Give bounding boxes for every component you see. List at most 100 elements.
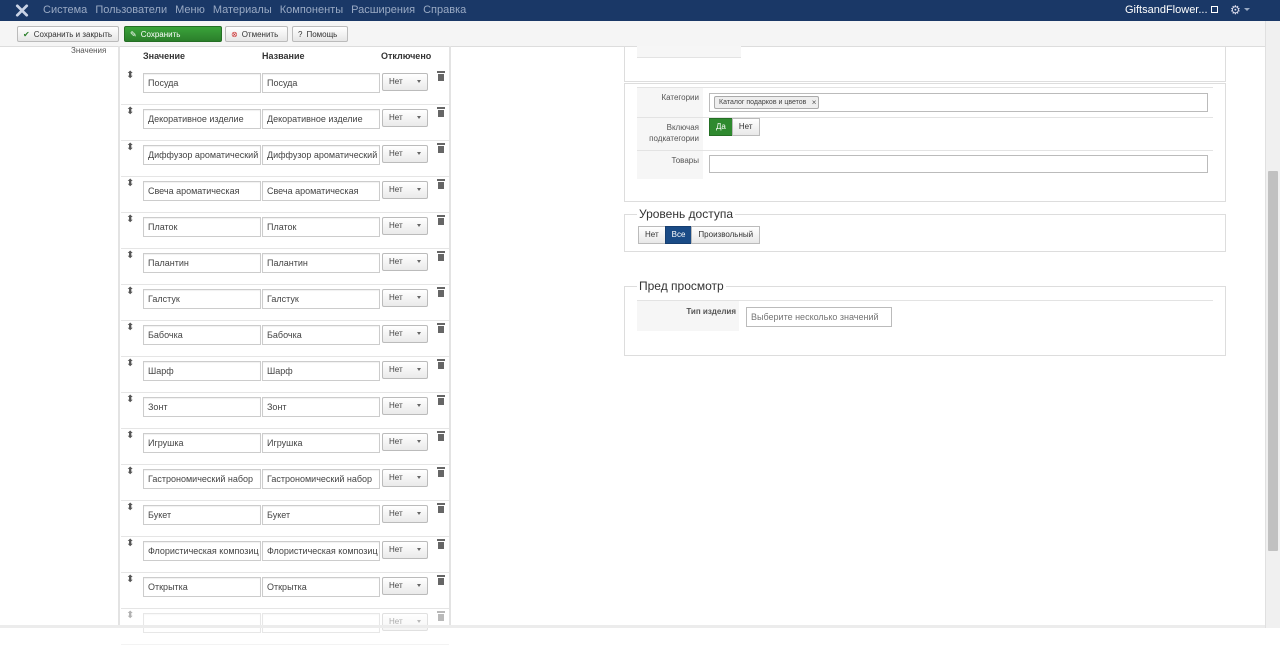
menu-extensions[interactable]: Расширения — [351, 0, 415, 21]
site-link[interactable]: GiftsandFlower... — [1125, 0, 1218, 21]
name-input[interactable]: Галстук — [262, 289, 380, 309]
drag-handle-icon[interactable]: ⬍ — [126, 179, 134, 189]
trash-icon[interactable] — [437, 215, 445, 225]
menu-help[interactable]: Справка — [423, 0, 466, 21]
category-tag[interactable]: Каталог подарков и цветов × — [714, 96, 820, 109]
access-custom-button[interactable]: Произвольный — [691, 226, 761, 244]
value-input[interactable]: Декоративное изделие — [143, 109, 261, 129]
disabled-select[interactable]: Нет — [382, 325, 428, 343]
value-input[interactable]: Шарф — [143, 361, 261, 381]
value-input[interactable]: Зонт — [143, 397, 261, 417]
trash-icon[interactable] — [437, 611, 445, 621]
value-input[interactable]: Посуда — [143, 73, 261, 93]
value-input[interactable]: Палантин — [143, 253, 261, 273]
joomla-logo-icon[interactable] — [14, 3, 30, 18]
drag-handle-icon[interactable]: ⬍ — [126, 431, 134, 441]
disabled-select[interactable]: Нет — [382, 145, 428, 163]
include-yes-button[interactable]: Да — [709, 118, 733, 136]
product-type-multiselect[interactable] — [746, 307, 892, 327]
value-input[interactable]: Гастрономический набор — [143, 469, 261, 489]
drag-handle-icon[interactable]: ⬍ — [126, 107, 134, 117]
drag-handle-icon[interactable]: ⬍ — [126, 143, 134, 153]
page-scrollbar[interactable] — [1265, 21, 1280, 628]
gear-icon[interactable]: ⚙ — [1230, 3, 1241, 17]
trash-icon[interactable] — [437, 395, 445, 405]
cancel-button[interactable]: ⊗ Отменить — [225, 26, 288, 42]
value-input[interactable]: Диффузор ароматический — [143, 145, 261, 165]
menu-content[interactable]: Материалы — [213, 0, 272, 21]
name-input[interactable]: Шарф — [262, 361, 380, 381]
name-input[interactable]: Зонт — [262, 397, 380, 417]
help-button[interactable]: ? Помощь — [292, 26, 348, 42]
disabled-select[interactable]: Нет — [382, 289, 428, 307]
save-and-close-button[interactable]: ✔ Сохранить и закрыть — [17, 26, 119, 42]
value-input[interactable]: Открытка — [143, 577, 261, 597]
trash-icon[interactable] — [437, 143, 445, 153]
disabled-select[interactable]: Нет — [382, 217, 428, 235]
include-no-button[interactable]: Нет — [731, 118, 760, 136]
name-input[interactable]: Платок — [262, 217, 380, 237]
trash-icon[interactable] — [437, 251, 445, 261]
value-input[interactable]: Игрушка — [143, 433, 261, 453]
trash-icon[interactable] — [437, 359, 445, 369]
remove-tag-icon[interactable]: × — [812, 97, 817, 108]
name-input[interactable]: Букет — [262, 505, 380, 525]
trash-icon[interactable] — [437, 287, 445, 297]
menu-users[interactable]: Пользователи — [95, 0, 167, 21]
disabled-select[interactable]: Нет — [382, 433, 428, 451]
menu-components[interactable]: Компоненты — [280, 0, 343, 21]
trash-icon[interactable] — [437, 71, 445, 81]
value-input[interactable] — [143, 613, 261, 633]
drag-handle-icon[interactable]: ⬍ — [126, 323, 134, 333]
save-button[interactable]: ✎ Сохранить — [124, 26, 222, 42]
value-input[interactable]: Флористическая композиц — [143, 541, 261, 561]
drag-handle-icon[interactable]: ⬍ — [126, 71, 134, 81]
disabled-select[interactable]: Нет — [382, 541, 428, 559]
name-input[interactable]: Флористическая композиц — [262, 541, 380, 561]
disabled-select[interactable]: Нет — [382, 397, 428, 415]
disabled-select[interactable]: Нет — [382, 253, 428, 271]
drag-handle-icon[interactable]: ⬍ — [126, 215, 134, 225]
access-none-button[interactable]: Нет — [638, 226, 666, 244]
drag-handle-icon[interactable]: ⬍ — [126, 251, 134, 261]
name-input[interactable]: Бабочка — [262, 325, 380, 345]
trash-icon[interactable] — [437, 179, 445, 189]
drag-handle-icon[interactable]: ⬍ — [126, 539, 134, 549]
trash-icon[interactable] — [437, 503, 445, 513]
name-input[interactable]: Игрушка — [262, 433, 380, 453]
menu-menus[interactable]: Меню — [175, 0, 205, 21]
drag-handle-icon[interactable]: ⬍ — [126, 575, 134, 585]
name-input[interactable]: Диффузор ароматический — [262, 145, 380, 165]
access-all-button[interactable]: Все — [664, 226, 693, 244]
chevron-down-icon[interactable] — [1244, 8, 1250, 11]
name-input[interactable]: Палантин — [262, 253, 380, 273]
drag-handle-icon[interactable]: ⬍ — [126, 395, 134, 405]
trash-icon[interactable] — [437, 467, 445, 477]
value-input[interactable]: Букет — [143, 505, 261, 525]
disabled-select[interactable]: Нет — [382, 505, 428, 523]
disabled-select[interactable]: Нет — [382, 613, 428, 631]
drag-handle-icon[interactable]: ⬍ — [126, 359, 134, 369]
value-input[interactable]: Платок — [143, 217, 261, 237]
disabled-select[interactable]: Нет — [382, 109, 428, 127]
name-input[interactable]: Декоративное изделие — [262, 109, 380, 129]
disabled-select[interactable]: Нет — [382, 181, 428, 199]
trash-icon[interactable] — [437, 539, 445, 549]
disabled-select[interactable]: Нет — [382, 577, 428, 595]
value-input[interactable]: Свеча ароматическая — [143, 181, 261, 201]
disabled-select[interactable]: Нет — [382, 469, 428, 487]
categories-input[interactable]: Каталог подарков и цветов × — [709, 93, 1208, 112]
products-input[interactable] — [709, 155, 1208, 173]
drag-handle-icon[interactable]: ⬍ — [126, 467, 134, 477]
name-input[interactable] — [262, 613, 380, 633]
name-input[interactable]: Свеча ароматическая — [262, 181, 380, 201]
value-input[interactable]: Галстук — [143, 289, 261, 309]
trash-icon[interactable] — [437, 431, 445, 441]
scrollbar-thumb[interactable] — [1268, 171, 1278, 551]
disabled-select[interactable]: Нет — [382, 73, 428, 91]
trash-icon[interactable] — [437, 575, 445, 585]
drag-handle-icon[interactable]: ⬍ — [126, 611, 134, 621]
drag-handle-icon[interactable]: ⬍ — [126, 287, 134, 297]
disabled-select[interactable]: Нет — [382, 361, 428, 379]
drag-handle-icon[interactable]: ⬍ — [126, 503, 134, 513]
